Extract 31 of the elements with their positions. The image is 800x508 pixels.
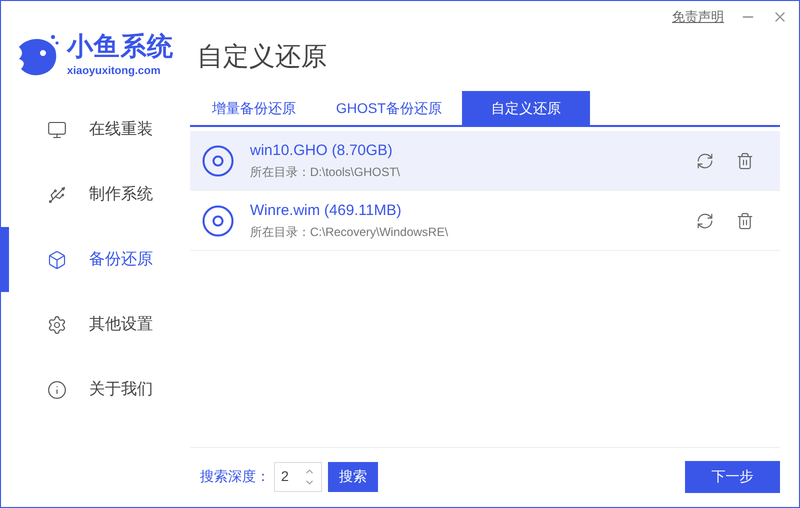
sidebar-item[interactable]: 制作系统 — [1, 162, 190, 227]
disclaimer-link[interactable]: 免责声明 — [672, 7, 724, 26]
file-row[interactable]: win10.GHO (8.70GB) 所在目录：D:\tools\GHOST\ — [190, 131, 780, 191]
page-title: 自定义还原 — [197, 40, 327, 73]
tab[interactable]: 增量备份还原 — [192, 91, 316, 125]
search-button[interactable]: 搜索 — [328, 462, 378, 492]
sidebar-item[interactable]: 在线重装 — [1, 97, 190, 162]
cube-icon — [47, 250, 67, 270]
file-name: win10.GHO (8.70GB) — [250, 141, 394, 162]
disc-icon — [202, 204, 234, 236]
monitor-icon — [47, 120, 67, 140]
info-icon — [47, 380, 67, 400]
trash-icon[interactable] — [736, 152, 754, 170]
settings-icon — [47, 314, 67, 334]
disc-icon — [202, 144, 234, 176]
refresh-icon[interactable] — [696, 152, 714, 170]
usb-icon — [47, 184, 67, 204]
sidebar-item[interactable]: 关于我们 — [1, 357, 190, 422]
depth-spinner[interactable]: 2 — [274, 462, 322, 492]
refresh-icon[interactable] — [696, 212, 714, 230]
file-path: 所在目录：D:\tools\GHOST\ — [250, 164, 402, 181]
brand-domain: xiaoyuxitong.com — [67, 64, 162, 79]
next-button[interactable]: 下一步 — [685, 460, 780, 492]
brand-name: 小鱼系统 — [67, 32, 174, 59]
tab[interactable]: GHOST备份还原 — [316, 91, 462, 125]
sidebar-item[interactable]: 其他设置 — [1, 292, 190, 357]
file-path: 所在目录：C:\Recovery\WindowsRE\ — [250, 224, 450, 241]
tab[interactable]: 自定义还原 — [462, 91, 590, 125]
file-name: Winre.wim (469.11MB) — [250, 201, 402, 222]
depth-label: 搜索深度： — [200, 467, 270, 486]
trash-icon[interactable] — [736, 212, 754, 230]
